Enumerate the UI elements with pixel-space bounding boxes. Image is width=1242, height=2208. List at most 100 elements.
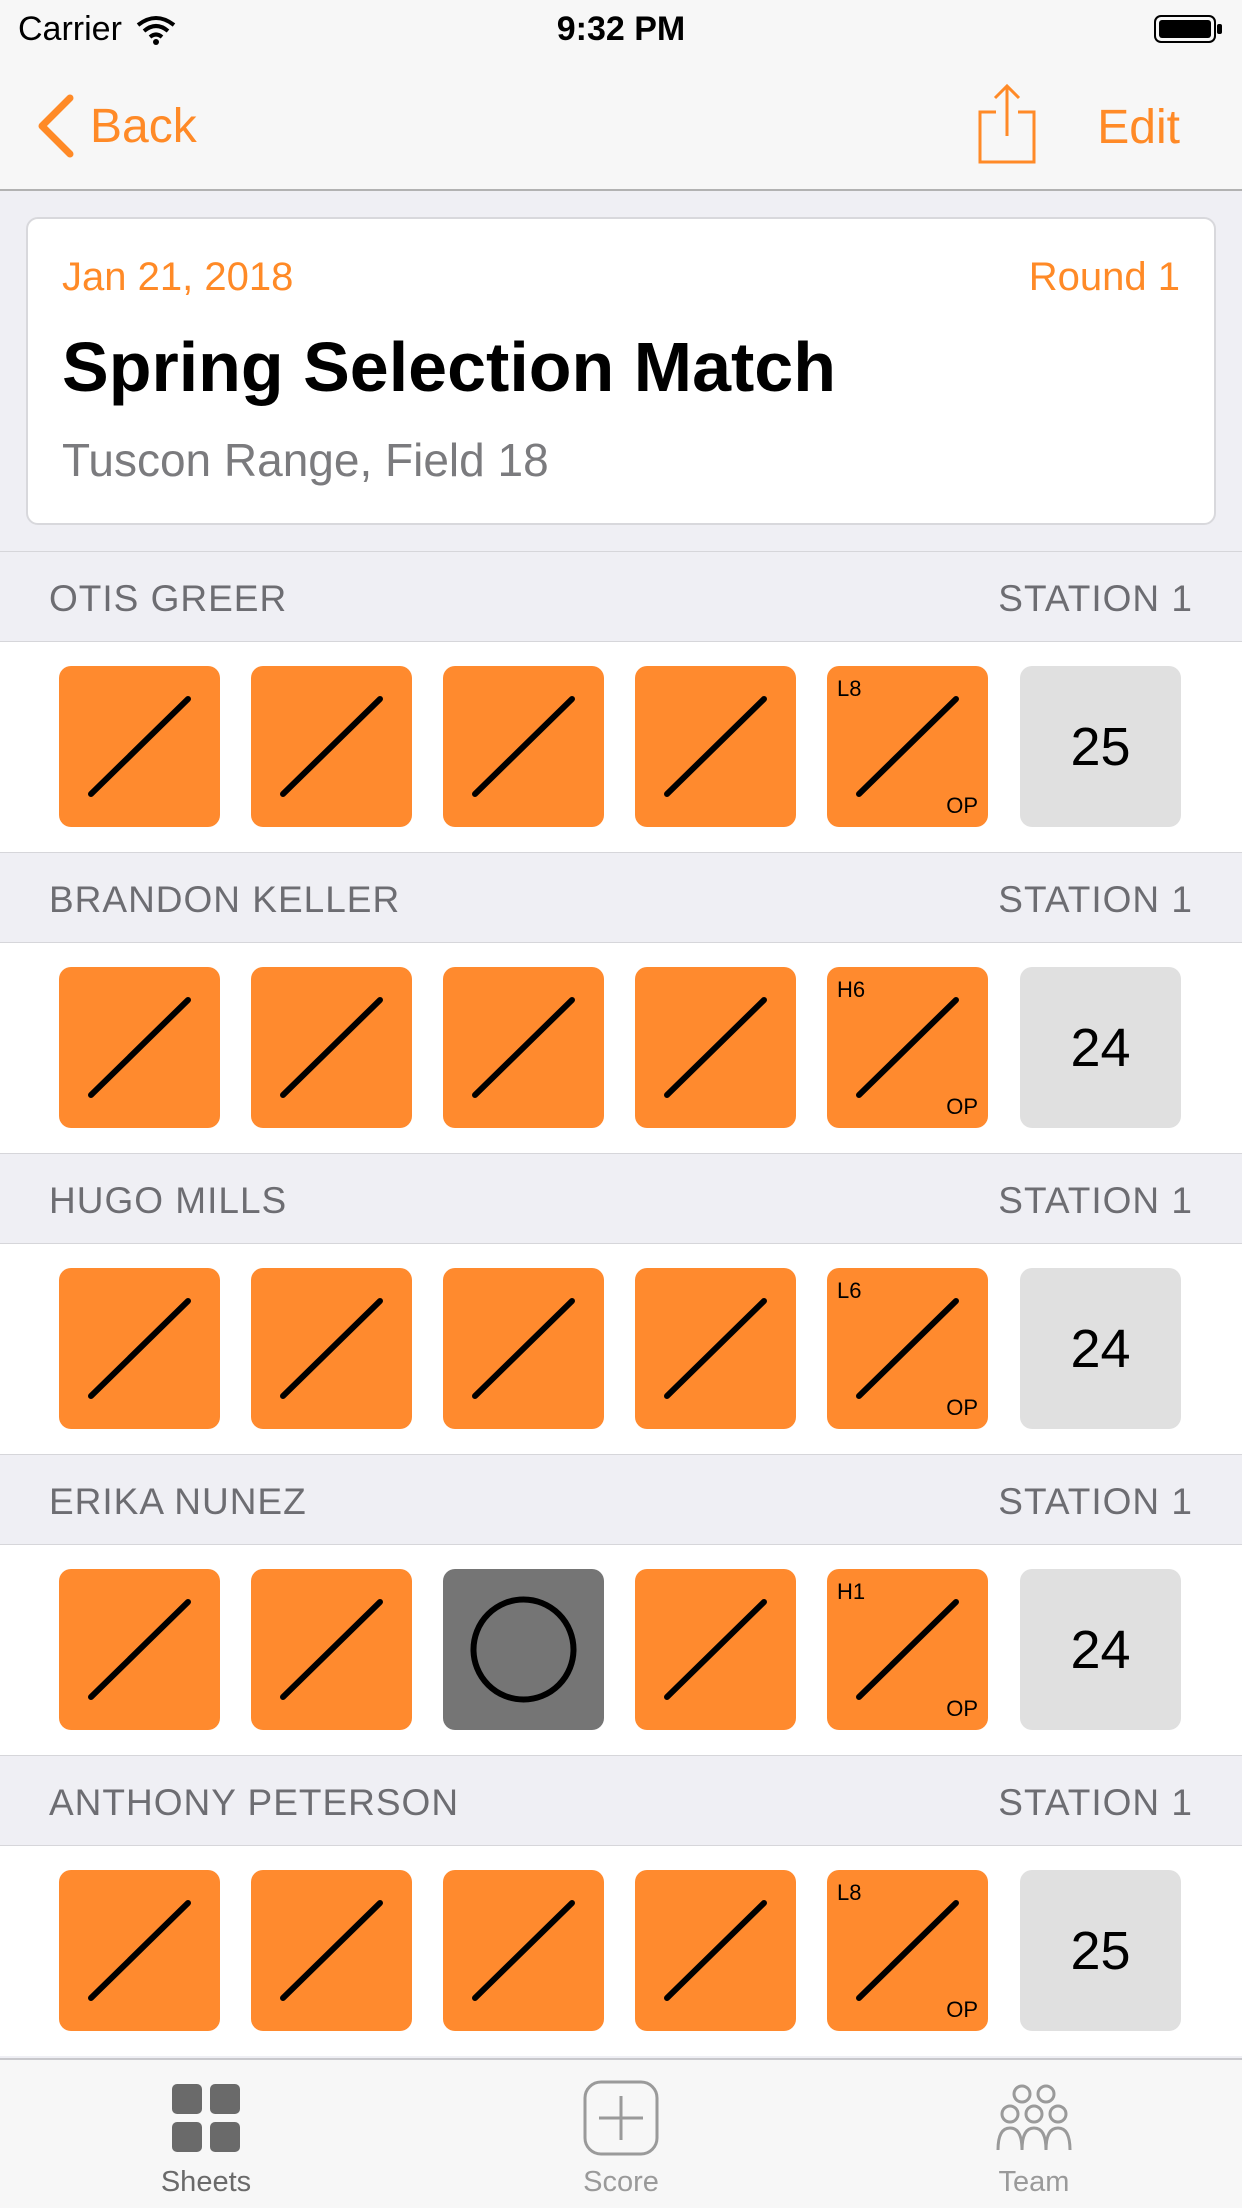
status-bar: Carrier 9:32 PM xyxy=(0,0,1242,60)
shooter-section-header: ANTHONY PETERSON STATION 1 xyxy=(0,1755,1242,1846)
target-hit-tile[interactable] xyxy=(251,1870,412,2031)
target-hit-tile[interactable] xyxy=(59,967,220,1128)
target-hit-tile[interactable] xyxy=(635,1569,796,1730)
station-label: STATION 1 xyxy=(998,1180,1193,1221)
target-hit-tile[interactable]: H6 OP xyxy=(827,967,988,1128)
match-round: Round 1 xyxy=(1028,255,1180,299)
slash-hit-icon xyxy=(88,997,191,1098)
total-score: 24 xyxy=(1020,1268,1181,1429)
slash-hit-icon xyxy=(280,997,383,1098)
target-hit-tile[interactable] xyxy=(251,967,412,1128)
tab-score[interactable]: Score xyxy=(521,2078,721,2199)
station-label: STATION 1 xyxy=(998,578,1193,619)
tab-label: Team xyxy=(998,2166,1070,2198)
station-label: STATION 1 xyxy=(998,1782,1193,1823)
post-suffix: OP xyxy=(946,1696,978,1721)
status-time: 9:32 PM xyxy=(556,10,686,48)
target-hit-tile[interactable] xyxy=(635,1268,796,1429)
post-label: L8 xyxy=(837,1880,862,1905)
shooter-section-header: OTIS GREER STATION 1 xyxy=(0,551,1242,642)
shooter-name: ANTHONY PETERSON xyxy=(49,1782,460,1823)
post-suffix: OP xyxy=(946,1395,978,1420)
slash-hit-icon xyxy=(88,1298,191,1399)
target-hit-tile[interactable] xyxy=(59,666,220,827)
total-score: 24 xyxy=(1020,1569,1181,1730)
total-score: 24 xyxy=(1020,967,1181,1128)
team-icon xyxy=(996,2084,1072,2151)
target-hit-tile[interactable]: H1 OP xyxy=(827,1569,988,1730)
back-button[interactable]: Back xyxy=(36,94,197,158)
target-miss-tile[interactable] xyxy=(443,1569,604,1730)
target-hit-tile[interactable] xyxy=(251,1569,412,1730)
slash-hit-icon xyxy=(472,1298,575,1399)
target-hit-tile[interactable] xyxy=(59,1268,220,1429)
share-icon[interactable] xyxy=(976,82,1038,166)
post-label: L8 xyxy=(837,676,862,701)
target-hit-tile[interactable] xyxy=(443,967,604,1128)
target-hit-tile[interactable]: L8 OP xyxy=(827,666,988,827)
slash-hit-icon xyxy=(472,997,575,1098)
shooter-name: OTIS GREER xyxy=(49,578,288,619)
post-suffix: OP xyxy=(946,793,978,818)
back-label: Back xyxy=(90,99,197,153)
score-row: H6 OP 24 xyxy=(0,943,1242,1153)
station-label: STATION 1 xyxy=(998,1481,1193,1522)
slash-hit-icon xyxy=(88,1900,191,2001)
post-label: H6 xyxy=(837,977,866,1002)
slash-hit-icon xyxy=(472,696,575,797)
target-hit-tile[interactable] xyxy=(635,967,796,1128)
edit-button[interactable]: Edit xyxy=(1097,100,1180,155)
slash-hit-icon xyxy=(664,997,767,1098)
tab-team[interactable]: Team xyxy=(934,2078,1134,2199)
chevron-left-icon xyxy=(38,94,74,158)
tab-label: Sheets xyxy=(160,2166,252,2198)
navigation-bar: Back Edit xyxy=(0,60,1242,191)
target-hit-tile[interactable]: L8 OP xyxy=(827,1870,988,2031)
match-title: Spring Selection Match xyxy=(62,328,836,406)
post-label: H1 xyxy=(837,1579,866,1604)
slash-hit-icon xyxy=(472,1900,575,2001)
target-hit-tile[interactable]: L6 OP xyxy=(827,1268,988,1429)
score-row: H1 OP 24 xyxy=(0,1545,1242,1755)
tab-label: Score xyxy=(583,2166,659,2198)
slash-hit-icon xyxy=(664,1599,767,1700)
target-hit-tile[interactable] xyxy=(635,1870,796,2031)
target-hit-tile[interactable] xyxy=(251,666,412,827)
total-score: 25 xyxy=(1020,1870,1181,2031)
grid-icon xyxy=(172,2084,240,2152)
score-row: L8 OP 25 xyxy=(0,642,1242,852)
target-hit-tile[interactable] xyxy=(59,1870,220,2031)
slash-hit-icon xyxy=(88,696,191,797)
total-score: 25 xyxy=(1020,666,1181,827)
post-suffix: OP xyxy=(946,1094,978,1119)
shooter-name: ERIKA NUNEZ xyxy=(49,1481,307,1522)
circle-miss-icon xyxy=(470,1596,577,1703)
slash-hit-icon xyxy=(280,696,383,797)
slash-hit-icon xyxy=(664,1298,767,1399)
score-row: L8 OP 25 xyxy=(0,1846,1242,2056)
shooter-name: HUGO MILLS xyxy=(49,1180,288,1221)
battery-icon xyxy=(1154,15,1222,43)
shooter-list: OTIS GREER STATION 1 L8 OP 25 BRANDON KELLER S… xyxy=(0,551,1242,2056)
target-hit-tile[interactable] xyxy=(443,1870,604,2031)
shooter-name: BRANDON KELLER xyxy=(49,879,401,920)
slash-hit-icon xyxy=(280,1599,383,1700)
shooter-section-header: HUGO MILLS STATION 1 xyxy=(0,1153,1242,1244)
target-hit-tile[interactable] xyxy=(443,666,604,827)
post-suffix: OP xyxy=(946,1997,978,2022)
match-date: Jan 21, 2018 xyxy=(62,255,294,299)
tab-sheets[interactable]: Sheets xyxy=(106,2078,306,2199)
target-hit-tile[interactable] xyxy=(443,1268,604,1429)
target-hit-tile[interactable] xyxy=(635,666,796,827)
shooter-section-header: ERIKA NUNEZ STATION 1 xyxy=(0,1454,1242,1545)
plus-circle-icon xyxy=(583,2080,659,2156)
slash-hit-icon xyxy=(280,1298,383,1399)
match-location: Tuscon Range, Field 18 xyxy=(62,434,549,486)
target-hit-tile[interactable] xyxy=(251,1268,412,1429)
tab-bar: Sheets Score Team xyxy=(0,2058,1242,2208)
post-label: L6 xyxy=(837,1278,862,1303)
target-hit-tile[interactable] xyxy=(59,1569,220,1730)
match-header-card: Jan 21, 2018 Round 1 Spring Selection Ma… xyxy=(26,217,1216,525)
station-label: STATION 1 xyxy=(998,879,1193,920)
slash-hit-icon xyxy=(88,1599,191,1700)
